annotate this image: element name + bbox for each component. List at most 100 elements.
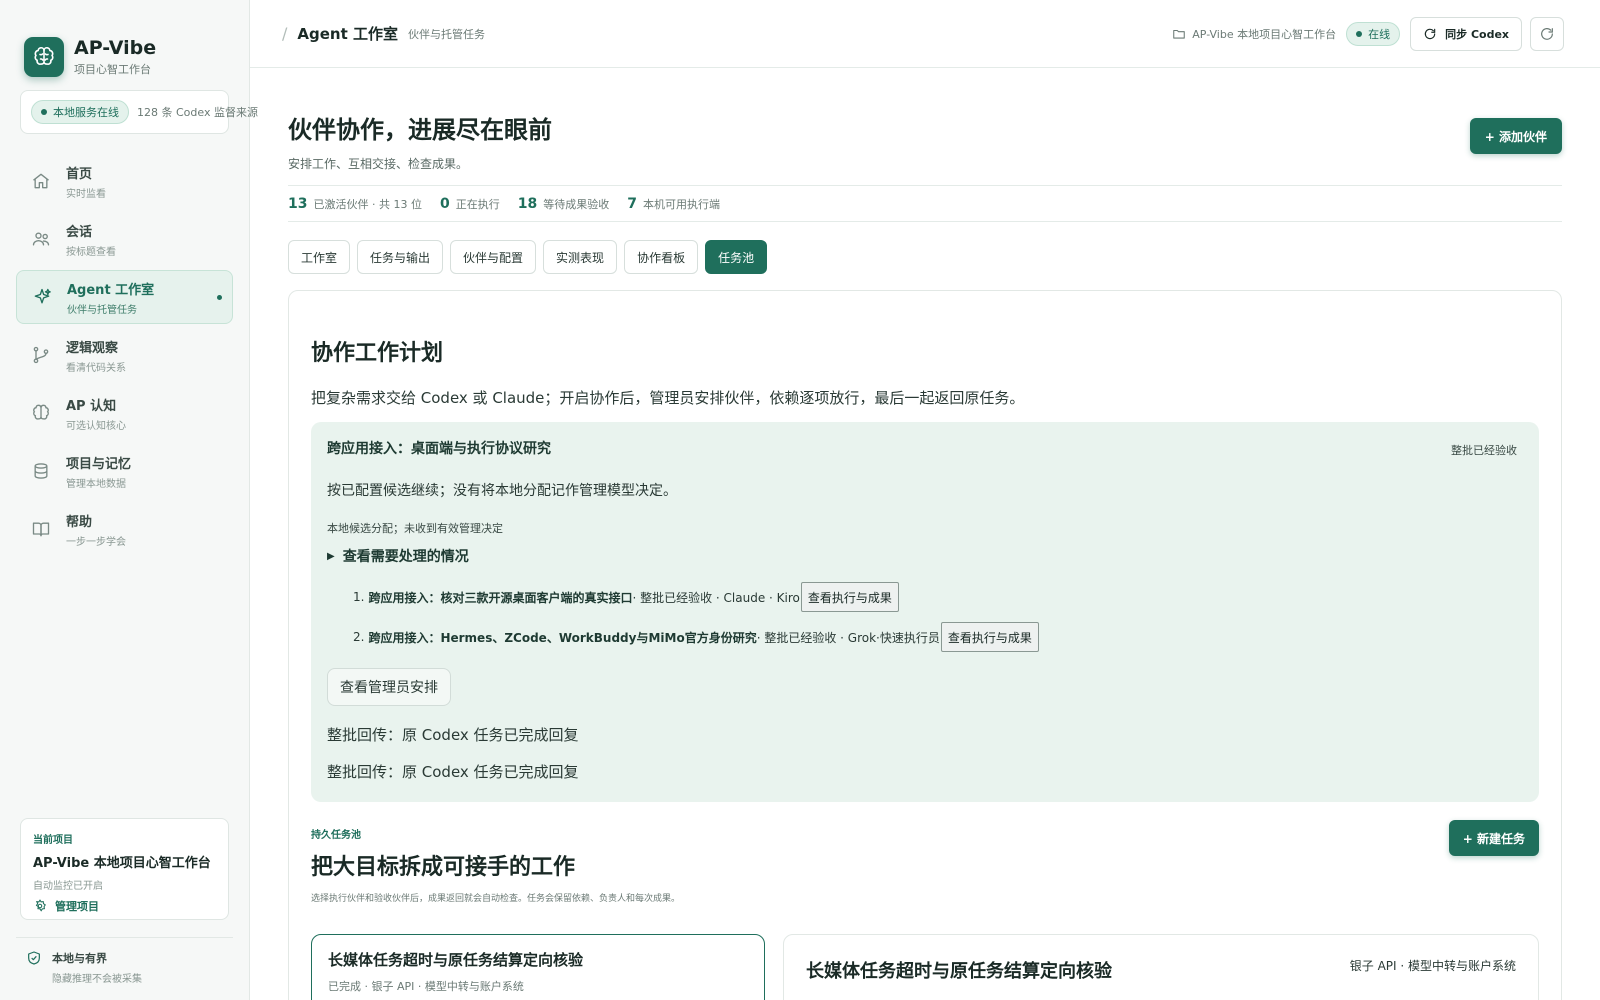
stat-label: 本机可用执行端 — [642, 197, 720, 211]
plan-status-badge: 整批已经验收 — [1451, 444, 1517, 457]
tab-partners-config[interactable]: 伙伴与配置 — [450, 240, 537, 274]
view-execution-button[interactable]: 查看执行与成果 — [800, 582, 899, 612]
task-pool-panel: 协作工作计划 把复杂需求交给 Codex 或 Claude；开启协作后，管理员安… — [288, 290, 1562, 1000]
tab-studio[interactable]: 工作室 — [288, 240, 351, 274]
plan-title: 协作工作计划 — [311, 341, 444, 366]
active-indicator-dot — [217, 295, 222, 300]
plan-toggle-label: 查看需要处理的情况 — [342, 549, 469, 565]
service-online-badge: 本地服务在线 — [31, 100, 129, 124]
plan-description: 把复杂需求交给 Codex 或 Claude；开启协作后，管理员安排伙伴，依赖逐… — [311, 389, 1025, 407]
sidebar-item-sub: 管理本地数据 — [66, 478, 126, 490]
gear-icon — [33, 899, 47, 913]
subtask-meta: · 整批已经验收 · Grok·快速执行员 — [756, 630, 940, 645]
status-dot-icon — [1356, 30, 1363, 37]
sync-codex-button[interactable]: 同步 Codex — [1410, 16, 1522, 51]
sidebar-item-help[interactable]: 帮助 一步一步学会 — [16, 502, 233, 556]
book-icon — [30, 518, 52, 540]
manage-project-link[interactable]: 管理项目 — [33, 898, 216, 914]
plan-details-toggle[interactable]: ▶ 查看需要处理的情况 — [327, 546, 1523, 566]
page-title: 伙伴协作，进展尽在眼前 — [288, 116, 552, 144]
service-status-card: 本地服务在线 128 条 Codex 监督来源 — [20, 90, 258, 134]
sidebar-item-sub: 实时监看 — [66, 188, 106, 200]
branch-icon — [30, 344, 52, 366]
stat-number: 13 — [288, 195, 308, 212]
manage-project-label: 管理项目 — [55, 900, 99, 913]
online-label: 在线 — [1368, 27, 1391, 41]
plan-state: 本地候选分配；未收到有效管理决定 — [327, 522, 503, 535]
sidebar-item-label: 项目与记忆 — [66, 456, 132, 472]
service-online-label: 本地服务在线 — [53, 106, 119, 119]
breadcrumb-subtitle: 伙伴与托管任务 — [407, 27, 485, 41]
plan-subtask-list: 1. 跨应用接入：核对三款开源桌面客户端的真实接口 · 整批已经验收 · Cla… — [327, 582, 1523, 652]
sidebar-item-label: 帮助 — [66, 514, 93, 530]
sidebar-nav: 首页 实时监看 会话 按标题查看 Agent 工作室 伙伴与托管任务 逻辑观察 … — [0, 154, 249, 556]
sparkle-icon — [31, 286, 53, 308]
list-number: 1. — [353, 590, 365, 604]
sync-codex-label: 同步 Codex — [1445, 27, 1509, 41]
sidebar-item-sub: 一步一步学会 — [66, 536, 126, 548]
privacy-footer: 本地与有界 隐藏推理不会被采集 — [16, 937, 233, 997]
view-admin-plan-button[interactable]: 查看管理员安排 — [327, 668, 451, 706]
brain-logo-icon — [24, 37, 64, 77]
online-badge: 在线 — [1346, 21, 1401, 46]
list-item: 1. 跨应用接入：核对三款开源桌面客户端的真实接口 · 整批已经验收 · Cla… — [353, 582, 1523, 612]
stat-executors: 7 本机可用执行端 — [627, 196, 720, 212]
sidebar-item-label: Agent 工作室 — [67, 282, 155, 298]
pool-kicker: 持久任务池 — [311, 830, 361, 841]
stat-number: 18 — [517, 195, 538, 212]
source-count: 128 条 Codex 监督来源 — [137, 106, 258, 119]
refresh-button[interactable] — [1530, 16, 1564, 51]
list-item: 2. 跨应用接入：Hermes、ZCode、WorkBuddy与MiMo官方身份… — [353, 622, 1523, 652]
subtask-title: 跨应用接入：核对三款开源桌面客户端的真实接口 — [368, 590, 633, 605]
tab-performance[interactable]: 实测表现 — [543, 240, 618, 274]
refresh-icon — [1423, 27, 1437, 41]
return-status: 整批回传：原 Codex 任务已完成回复 — [327, 726, 579, 744]
stat-running: 0 正在执行 — [440, 196, 500, 212]
users-icon — [30, 228, 52, 250]
view-execution-button[interactable]: 查看执行与成果 — [940, 622, 1039, 652]
app-subtitle: 项目心智工作台 — [74, 63, 151, 76]
add-partner-button[interactable]: + 添加伙伴 — [1469, 118, 1562, 154]
subtask-title: 跨应用接入：Hermes、ZCode、WorkBuddy与MiMo官方身份研究 — [368, 630, 757, 645]
sidebar-item-ap-cognition[interactable]: AP 认知 可选认知核心 — [16, 386, 233, 440]
tab-board[interactable]: 协作看板 — [624, 240, 699, 274]
home-icon — [30, 170, 52, 192]
project-status: 自动监控已开启 — [33, 881, 103, 892]
task-pool-section: 持久任务池 把大目标拆成可接手的工作 选择执行伙伴和验收伙伴后，成果返回就会自动… — [311, 820, 1539, 1000]
app-title: AP-Vibe — [74, 37, 157, 59]
page-subtitle: 安排工作、互相交接、检查成果。 — [288, 157, 469, 171]
project-title: AP-Vibe 本地项目心智工作台 — [33, 856, 211, 871]
sidebar-item-label: AP 认知 — [66, 398, 117, 414]
stat-number: 0 — [439, 195, 450, 212]
folder-icon — [1172, 27, 1186, 41]
sidebar: AP-Vibe 项目心智工作台 本地服务在线 128 条 Codex 监督来源 … — [0, 0, 258, 1000]
tab-tasks-output[interactable]: 任务与输出 — [357, 240, 444, 274]
new-task-button[interactable]: + 新建任务 — [1448, 820, 1539, 856]
plan-box-title: 跨应用接入：桌面端与执行协议研究 — [327, 441, 551, 457]
plan-box: 跨应用接入：桌面端与执行协议研究 整批已经验收 按已配置候选继续；没有将本地分配… — [311, 422, 1539, 802]
stat-label: 正在执行 — [455, 197, 500, 211]
stat-active-partners: 13 已激活伙伴 · 共 13 位 — [288, 196, 422, 212]
return-status: 整批回传：原 Codex 任务已完成回复 — [327, 763, 579, 781]
task-card[interactable]: 长媒体任务超时与原任务结算定向核验 已完成 · 银子 API · 模型中转与账户… — [311, 934, 765, 1000]
task-detail-card: 长媒体任务超时与原任务结算定向核验 银子 API · 模型中转与账户系统 — [783, 934, 1539, 1000]
database-icon — [30, 460, 52, 482]
sidebar-item-agent-studio[interactable]: Agent 工作室 伙伴与托管任务 — [16, 270, 233, 324]
sidebar-item-home[interactable]: 首页 实时监看 — [16, 154, 233, 208]
sidebar-item-logic[interactable]: 逻辑观察 看清代码关系 — [16, 328, 233, 382]
triangle-right-icon: ▶ — [327, 550, 335, 562]
hero: 伙伴协作，进展尽在眼前 安排工作、互相交接、检查成果。 + 添加伙伴 — [288, 68, 1562, 186]
sidebar-item-sessions[interactable]: 会话 按标题查看 — [16, 212, 233, 266]
sidebar-item-label: 会话 — [66, 224, 93, 240]
breadcrumb-separator: / — [282, 24, 288, 43]
app-root: AP-Vibe 项目心智工作台 本地服务在线 128 条 Codex 监督来源 … — [0, 0, 1600, 1000]
sidebar-item-sub: 看清代码关系 — [66, 362, 126, 374]
current-project-card: 当前项目 AP-Vibe 本地项目心智工作台 自动监控已开启 管理项目 — [20, 818, 229, 920]
pool-title: 把大目标拆成可接手的工作 — [311, 855, 576, 880]
sidebar-item-projects-memory[interactable]: 项目与记忆 管理本地数据 — [16, 444, 233, 498]
tab-task-pool[interactable]: 任务池 — [705, 240, 768, 274]
stats-bar: 13 已激活伙伴 · 共 13 位 0 正在执行 18 等待成果验收 7 本机可… — [288, 186, 1562, 222]
brand[interactable]: AP-Vibe 项目心智工作台 — [0, 0, 249, 90]
stat-awaiting-review: 18 等待成果验收 — [518, 196, 609, 212]
footer-title: 本地与有界 — [52, 952, 107, 965]
